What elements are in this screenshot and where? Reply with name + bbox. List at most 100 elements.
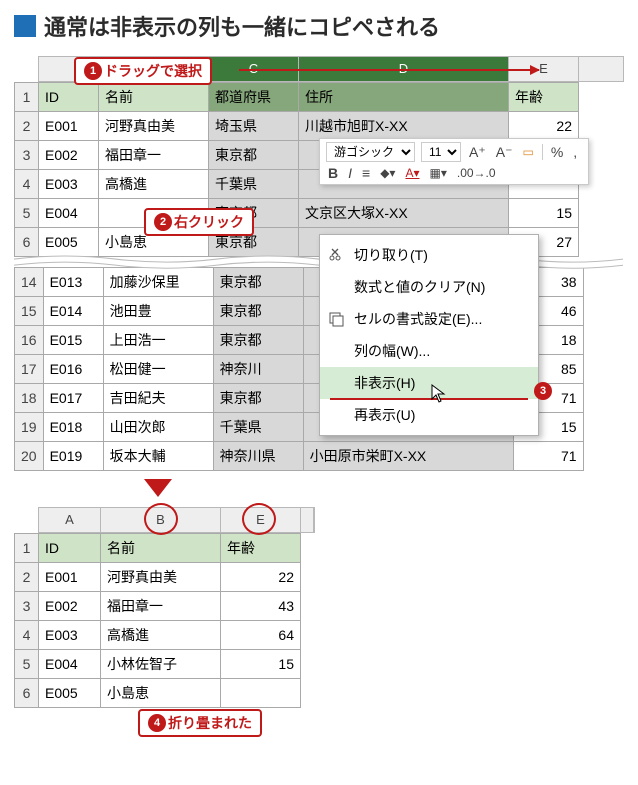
menu-hide[interactable]: 非表示(H) [320, 367, 538, 399]
cell-age[interactable] [221, 679, 301, 708]
cell-id[interactable]: E014 [43, 297, 103, 326]
hdr-age[interactable]: 年齢 [509, 83, 579, 112]
cell-name[interactable]: 小林佐智子 [101, 650, 221, 679]
italic-button[interactable]: I [346, 165, 354, 181]
cell-name[interactable]: 小島恵 [101, 679, 221, 708]
cell-id[interactable]: E003 [39, 170, 99, 199]
cell-id[interactable]: E018 [43, 413, 103, 442]
hdr-pref[interactable]: 都道府県 [209, 83, 299, 112]
menu-cut[interactable]: 切り取り(T) [320, 239, 538, 271]
row-hdr[interactable]: 16 [15, 326, 44, 355]
comma-button[interactable]: , [571, 144, 579, 160]
row-hdr[interactable]: 6 [15, 228, 39, 257]
table-row[interactable]: 4E003高橋進64 [15, 621, 301, 650]
cell-name[interactable]: 山田次郎 [103, 413, 213, 442]
cell-name[interactable]: 加藤沙保里 [103, 268, 213, 297]
decrease-font-button[interactable]: A⁻ [494, 144, 515, 161]
col2-a[interactable]: A [39, 508, 101, 532]
cell-pref[interactable]: 東京都 [213, 297, 303, 326]
cell-addr[interactable]: 文京区大塚X-XX [299, 199, 509, 228]
table-row[interactable]: 5E004東京都文京区大塚X-XX15 [15, 199, 579, 228]
menu-unhide[interactable]: 再表示(U) [320, 399, 538, 431]
context-menu[interactable]: 切り取り(T) 数式と値のクリア(N) セルの書式設定(E)... 列の幅(W)… [319, 234, 539, 436]
menu-colwidth[interactable]: 列の幅(W)... [320, 335, 538, 367]
cell-id[interactable]: E015 [43, 326, 103, 355]
spreadsheet-bottom[interactable]: 1 ID 名前 年齢 2E001河野真由美223E002福田章一434E003高… [14, 533, 301, 708]
merge-button[interactable]: ▭ [520, 145, 535, 159]
cell-name[interactable]: 上田浩一 [103, 326, 213, 355]
row-hdr[interactable]: 2 [15, 563, 39, 592]
hdr2-id[interactable]: ID [39, 534, 101, 563]
row-hdr[interactable]: 6 [15, 679, 39, 708]
cell-id[interactable]: E016 [43, 355, 103, 384]
cell-age[interactable]: 15 [509, 199, 579, 228]
table-row[interactable]: 5E004小林佐智子15 [15, 650, 301, 679]
cell-pref[interactable]: 神奈川県 [213, 442, 303, 471]
row-hdr[interactable]: 5 [15, 650, 39, 679]
row2-hdr-1[interactable]: 1 [15, 534, 39, 563]
cell-age[interactable]: 22 [221, 563, 301, 592]
col2-f-edge[interactable] [301, 508, 314, 532]
cell-name[interactable]: 河野真由美 [99, 112, 209, 141]
cell-name[interactable]: 松田健一 [103, 355, 213, 384]
table-row[interactable]: 6E005小島恵 [15, 679, 301, 708]
table-row[interactable]: 3E002福田章一43 [15, 592, 301, 621]
percent-button[interactable]: % [549, 144, 565, 160]
fill-color-button[interactable]: ◆▾ [378, 166, 397, 180]
cell-addr[interactable]: 小田原市栄町X-XX [303, 442, 513, 471]
hdr-addr[interactable]: 住所 [299, 83, 509, 112]
cell-name[interactable]: 福田章一 [101, 592, 221, 621]
cell-name[interactable]: 坂本大輔 [103, 442, 213, 471]
row-hdr[interactable]: 20 [15, 442, 44, 471]
row-hdr[interactable]: 18 [15, 384, 44, 413]
cell-age[interactable]: 22 [509, 112, 579, 141]
cell-id[interactable]: E019 [43, 442, 103, 471]
cell-name[interactable]: 河野真由美 [101, 563, 221, 592]
borders-button[interactable]: ▦▾ [427, 166, 448, 180]
table-row[interactable]: 20E019坂本大輔神奈川県小田原市栄町X-XX71 [15, 442, 584, 471]
cell-pref[interactable]: 千葉県 [209, 170, 299, 199]
table-row[interactable]: 2E001河野真由美埼玉県川越市旭町X-XX22 [15, 112, 579, 141]
menu-format[interactable]: セルの書式設定(E)... [320, 303, 538, 335]
cell-name[interactable]: 福田章一 [99, 141, 209, 170]
hdr2-name[interactable]: 名前 [101, 534, 221, 563]
row-hdr[interactable]: 3 [15, 592, 39, 621]
cell-name[interactable]: 高橋進 [101, 621, 221, 650]
cell-id[interactable]: E017 [43, 384, 103, 413]
row-hdr[interactable]: 19 [15, 413, 44, 442]
cell-pref[interactable]: 東京都 [213, 384, 303, 413]
increase-font-button[interactable]: A⁺ [467, 144, 488, 161]
cell-age[interactable]: 64 [221, 621, 301, 650]
font-dropdown[interactable]: 游ゴシック [326, 142, 415, 162]
cell-id[interactable]: E005 [39, 679, 101, 708]
cell-id[interactable]: E003 [39, 621, 101, 650]
row-hdr[interactable]: 3 [15, 141, 39, 170]
bold-button[interactable]: B [326, 165, 340, 181]
cell-name[interactable]: 高橋進 [99, 170, 209, 199]
row-hdr[interactable]: 14 [15, 268, 44, 297]
cell-age[interactable]: 71 [513, 442, 583, 471]
font-color-button[interactable]: A▾ [403, 166, 421, 180]
cell-pref[interactable]: 千葉県 [213, 413, 303, 442]
cell-pref[interactable]: 東京都 [213, 326, 303, 355]
cell-name[interactable]: 池田豊 [103, 297, 213, 326]
row-hdr[interactable]: 4 [15, 621, 39, 650]
cell-id[interactable]: E004 [39, 199, 99, 228]
cell-age[interactable]: 15 [221, 650, 301, 679]
dec-digits-button[interactable]: .00→.0 [455, 166, 498, 180]
cell-addr[interactable]: 川越市旭町X-XX [299, 112, 509, 141]
hdr-name[interactable]: 名前 [99, 83, 209, 112]
row-hdr[interactable]: 4 [15, 170, 39, 199]
table-row[interactable]: 2E001河野真由美22 [15, 563, 301, 592]
cell-name[interactable]: 吉田紀夫 [103, 384, 213, 413]
cell-id[interactable]: E004 [39, 650, 101, 679]
cell-id[interactable]: E001 [39, 112, 99, 141]
mini-toolbar[interactable]: 游ゴシック 11 A⁺ A⁻ ▭ % , B I ≡ ◆▾ A▾ ▦▾ .00→… [319, 138, 589, 185]
hdr2-age[interactable]: 年齢 [221, 534, 301, 563]
align-button[interactable]: ≡ [360, 165, 372, 181]
row-hdr[interactable]: 2 [15, 112, 39, 141]
cell-pref[interactable]: 埼玉県 [209, 112, 299, 141]
cell-id[interactable]: E001 [39, 563, 101, 592]
cell-id[interactable]: E005 [39, 228, 99, 257]
cell-pref[interactable]: 神奈川 [213, 355, 303, 384]
